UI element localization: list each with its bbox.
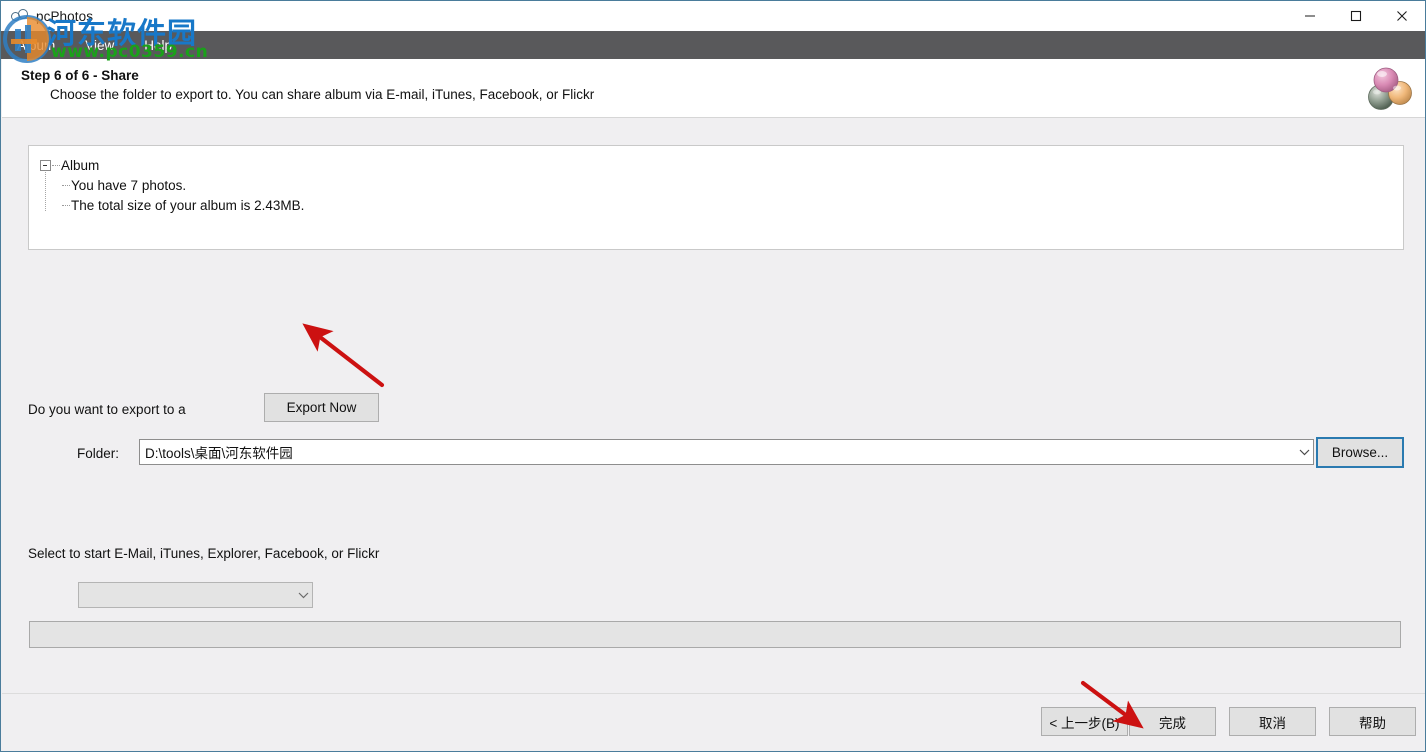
tree-node-label: The total size of your album is 2.43MB. (71, 198, 305, 213)
tree-node-label: You have 7 photos. (71, 178, 187, 193)
tree-node-label: Album (61, 158, 100, 173)
menu-item-view[interactable]: View (85, 38, 114, 53)
folder-path-value: D:\tools\桌面\河东软件园 (145, 446, 293, 461)
close-button[interactable] (1379, 1, 1425, 31)
cancel-button[interactable]: 取消 (1229, 707, 1316, 736)
minimize-icon (1305, 15, 1315, 17)
tree-node-album[interactable]: Album (40, 158, 99, 173)
title-bar: pcPhotos (1, 1, 1425, 31)
chevron-down-icon[interactable] (1295, 440, 1313, 464)
three-spheres-logo (1368, 67, 1412, 110)
progress-bar (29, 621, 1401, 648)
maximize-icon (1350, 10, 1362, 22)
tree-collapse-icon[interactable] (40, 160, 51, 171)
tree-connector-line (45, 167, 47, 211)
chevron-down-icon[interactable] (294, 583, 312, 607)
minimize-button[interactable] (1287, 1, 1333, 31)
tree-node-photo-count: You have 7 photos. (61, 178, 186, 193)
close-icon (1397, 11, 1407, 21)
step-subtitle: Choose the folder to export to. You can … (50, 87, 595, 102)
folder-path-combobox[interactable]: D:\tools\桌面\河东软件园 (139, 439, 1314, 465)
content-area: Album You have 7 photos. The total size … (2, 118, 1425, 751)
menu-item-help[interactable]: Help (144, 38, 172, 53)
back-button[interactable]: < 上一步(B) (1041, 707, 1128, 736)
application-window: pcPhotos Album View Help Step 6 of 6 - S… (0, 0, 1426, 752)
menu-bar: Album View Help (1, 31, 1425, 59)
album-summary-panel: Album You have 7 photos. The total size … (28, 145, 1404, 250)
browse-button[interactable]: Browse... (1316, 437, 1404, 468)
tree-dash (62, 185, 70, 186)
tree-node-total-size: The total size of your album is 2.43MB. (61, 198, 304, 213)
finish-button[interactable]: 完成 (1129, 707, 1216, 736)
tree-dash (52, 165, 60, 166)
export-question-label: Do you want to export to a (28, 402, 186, 417)
window-title: pcPhotos (36, 8, 94, 24)
help-button[interactable]: 帮助 (1329, 707, 1416, 736)
menu-item-album[interactable]: Album (17, 38, 55, 53)
share-target-combobox[interactable] (78, 582, 313, 608)
share-target-label: Select to start E-Mail, iTunes, Explorer… (28, 546, 380, 561)
step-header: Step 6 of 6 - Share Choose the folder to… (2, 59, 1425, 118)
tree-dash (62, 205, 70, 206)
photos-icon (11, 7, 29, 25)
folder-label: Folder: (77, 446, 120, 461)
dialog-button-bar: < 上一步(B) 完成 取消 帮助 (2, 693, 1425, 751)
window-controls (1287, 1, 1425, 31)
export-now-button[interactable]: Export Now (264, 393, 379, 422)
maximize-button[interactable] (1333, 1, 1379, 31)
step-title: Step 6 of 6 - Share (21, 68, 139, 83)
